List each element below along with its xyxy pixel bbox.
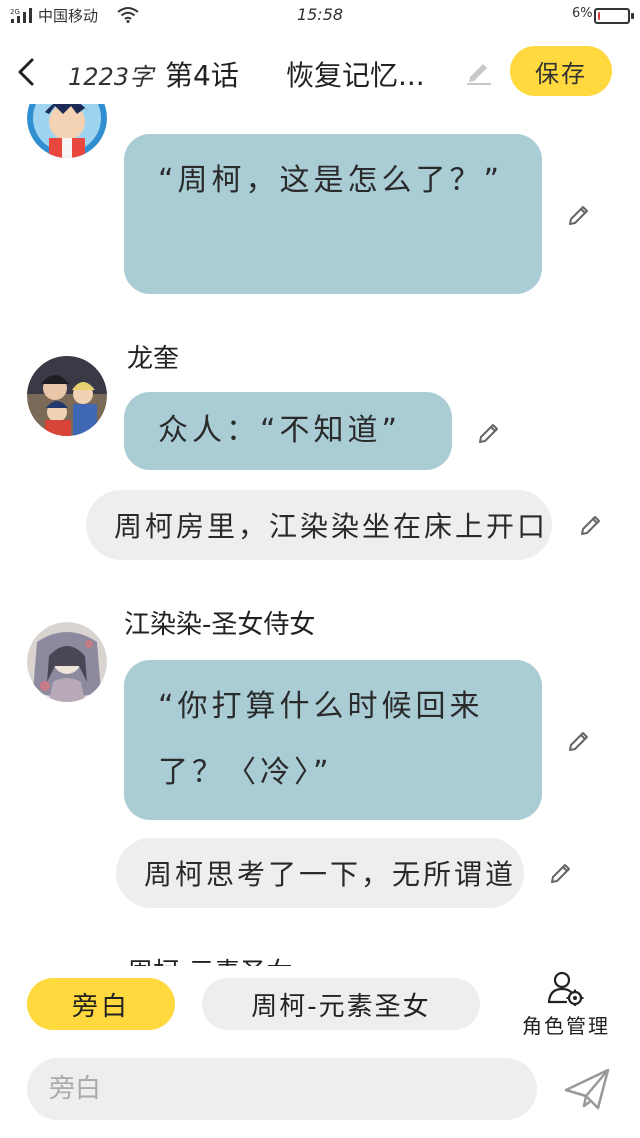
battery-percent: 6% (572, 6, 593, 21)
word-count: 1223字 (68, 63, 154, 91)
paper-plane-icon (564, 1068, 610, 1110)
chapter-title[interactable]: 恢复记忆... (286, 54, 425, 94)
character-chip[interactable]: 周柯-元素圣女 (202, 978, 480, 1030)
chapter-number: 第4话 (165, 59, 239, 92)
avatar[interactable] (27, 356, 107, 436)
edit-message-button[interactable] (476, 418, 504, 446)
pencil-icon (569, 206, 588, 225)
anime-boy-avatar-icon (27, 104, 107, 158)
pencil-icon (581, 516, 600, 535)
chevron-left-icon (18, 58, 34, 86)
send-button[interactable] (562, 1066, 612, 1112)
editor-header: 1223字 第4话 恢复记忆... 保存 (0, 40, 640, 102)
avatar[interactable] (27, 622, 107, 702)
narration-bubble[interactable]: 周柯思考了一下，无所谓道 (116, 838, 524, 908)
battery-level-fill (598, 12, 600, 20)
composer-bar (0, 1052, 640, 1132)
dialogue-bubble[interactable]: “你打算什么时候回来了？〈冷〉” (124, 660, 542, 820)
pencil-icon (467, 64, 491, 85)
role-management-label: 角色管理 (522, 1014, 610, 1038)
speaker-name: 江染染-圣女侍女 (124, 610, 316, 640)
girl-illustration-avatar-icon (27, 622, 107, 702)
role-management-button[interactable]: 角色管理 (514, 970, 618, 1038)
save-button[interactable]: 保存 (510, 46, 612, 96)
message-input[interactable] (27, 1058, 537, 1120)
group-avatar-icon (27, 356, 107, 436)
battery-icon (594, 8, 634, 24)
status-bar: 2G 中国移动 15:58 6% (0, 0, 640, 30)
dialogue-bubble[interactable]: “周柯，这是怎么了？” (124, 134, 542, 294)
pencil-icon (551, 864, 570, 883)
narration-bubble[interactable]: 周柯房里，江染染坐在床上开口 (86, 490, 552, 560)
edit-message-button[interactable] (548, 858, 576, 886)
narration-chip[interactable]: 旁白 (27, 978, 175, 1030)
speaker-name: 周柯-元素圣女 (127, 952, 292, 966)
edit-message-button[interactable] (578, 510, 606, 538)
edit-title-button[interactable] (464, 56, 494, 86)
pencil-icon (569, 732, 588, 751)
pencil-icon (479, 424, 498, 443)
user-settings-icon (547, 971, 584, 1006)
dialogue-bubble[interactable]: 众人：“不知道” (124, 392, 452, 470)
back-button[interactable] (10, 50, 46, 94)
edit-message-button[interactable] (566, 726, 594, 754)
story-chat-list[interactable]: “周柯，这是怎么了？” 龙奎 众人：“不知道” 周柯房里，江染染坐在床上开口 江… (0, 104, 640, 966)
avatar[interactable] (27, 104, 107, 158)
edit-message-button[interactable] (566, 200, 594, 228)
character-selector-bar: 旁白 周柯-元素圣女 角色管理 (0, 968, 640, 1046)
speaker-name: 龙奎 (127, 344, 180, 374)
status-time: 15:58 (296, 5, 344, 24)
